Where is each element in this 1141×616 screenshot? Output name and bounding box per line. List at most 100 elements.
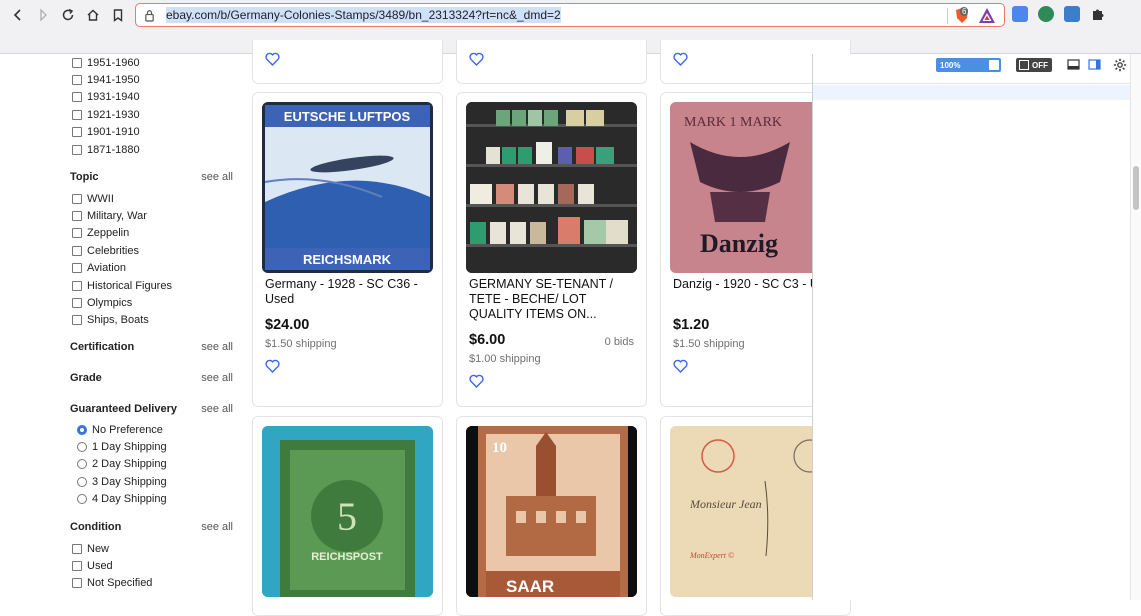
watch-heart-icon[interactable] (265, 52, 280, 66)
filter-label: Military, War (87, 210, 147, 223)
product-image-stamp-lot[interactable] (466, 102, 637, 273)
filter-topic-4[interactable]: Celebrities (70, 242, 172, 259)
watch-heart-icon[interactable] (673, 359, 688, 373)
dock-bottom-icon[interactable] (1067, 59, 1080, 71)
back-arrow-icon (13, 9, 21, 21)
product-card[interactable]: EUTSCHE LUFTPOS REICHSMARK Germany - 192… (252, 92, 443, 407)
topic-title: Topic (70, 171, 99, 183)
settings-gear-icon[interactable] (1113, 58, 1127, 72)
filter-topic-8[interactable]: Ships, Boats (70, 312, 172, 329)
radio[interactable] (77, 459, 87, 470)
filter-topic-6[interactable]: Historical Figures (70, 277, 172, 294)
watch-heart-icon[interactable] (265, 359, 280, 373)
product-title[interactable]: GERMANY SE-TENANT / TETE - BECHE/ LOT QU… (469, 277, 637, 322)
certification-see-all-link[interactable]: see all (201, 341, 233, 353)
dev-extension-icon[interactable] (1064, 6, 1080, 22)
bookmark-button[interactable] (106, 3, 130, 27)
condition-see-all-link[interactable]: see all (201, 521, 233, 533)
delivery-option-3[interactable]: 2 Day Shipping (70, 456, 167, 473)
grade-see-all-link[interactable]: see all (201, 372, 233, 384)
product-card[interactable]: 5 REICHSPOST (252, 416, 443, 616)
product-card[interactable]: GERMANY SE-TENANT / TETE - BECHE/ LOT QU… (456, 92, 647, 407)
checkbox[interactable] (72, 315, 82, 326)
checkbox[interactable] (72, 578, 82, 589)
delivery-option-5[interactable]: 4 Day Shipping (70, 491, 167, 508)
zoom-knob[interactable] (989, 60, 999, 70)
side-panel-selected-row[interactable] (813, 85, 1131, 100)
checkbox[interactable] (72, 109, 82, 120)
brave-rewards-icon[interactable] (978, 7, 996, 24)
filter-year-6[interactable]: 1871-1880 (70, 141, 140, 158)
delivery-option-1[interactable]: No Preference (70, 421, 167, 438)
home-icon (87, 9, 99, 21)
address-bar[interactable]: ebay.com/b/Germany-Colonies-Stamps/3489/… (135, 3, 1005, 27)
filter-year-4[interactable]: 1921-1930 (70, 106, 140, 123)
zoom-level-control[interactable]: 100% (936, 58, 1001, 72)
reload-button[interactable] (56, 3, 80, 27)
filter-topic-1[interactable]: WWII (70, 190, 172, 207)
grade-header[interactable]: Grade see all (70, 372, 233, 384)
filter-topic-2[interactable]: Military, War (70, 207, 172, 224)
filter-topic-7[interactable]: Olympics (70, 294, 172, 311)
checkbox[interactable] (72, 228, 82, 239)
reload-icon (62, 8, 74, 21)
checkbox[interactable] (72, 144, 82, 155)
filter-condition-3[interactable]: Not Specified (70, 575, 152, 592)
filter-year-1[interactable]: 1951-1960 (70, 54, 140, 71)
radio-label: No Preference (92, 423, 163, 436)
dock-right-icon[interactable] (1088, 59, 1101, 71)
url-text[interactable]: ebay.com/b/Germany-Colonies-Stamps/3489/… (166, 7, 561, 23)
product-card-partial[interactable] (456, 40, 647, 84)
filter-condition-2[interactable]: Used (70, 557, 152, 574)
watch-heart-icon[interactable] (469, 52, 484, 66)
filter-topic-5[interactable]: Aviation (70, 260, 172, 277)
filter-condition-1[interactable]: New (70, 540, 152, 557)
checkbox[interactable] (72, 280, 82, 291)
translate-extension-icon[interactable] (1012, 6, 1028, 22)
checkbox[interactable] (72, 92, 82, 103)
power-toggle[interactable]: OFF (1016, 58, 1052, 72)
radio[interactable] (77, 476, 87, 487)
radio[interactable] (77, 442, 87, 453)
watch-heart-icon[interactable] (673, 52, 688, 66)
certification-header[interactable]: Certification see all (70, 341, 233, 353)
product-card[interactable]: 10 SAAR (456, 416, 647, 616)
scrollbar-thumb[interactable] (1133, 166, 1139, 210)
lock-icon (144, 9, 160, 22)
back-button[interactable] (6, 3, 30, 27)
checkbox[interactable] (72, 193, 82, 204)
filter-topic-3[interactable]: Zeppelin (70, 225, 172, 242)
filter-year-2[interactable]: 1941-1950 (70, 71, 140, 88)
product-image-saar-stamp[interactable]: 10 SAAR (466, 426, 637, 597)
delivery-option-2[interactable]: 1 Day Shipping (70, 438, 167, 455)
checkbox[interactable] (72, 211, 82, 222)
product-image-zeppelin-stamp[interactable]: EUTSCHE LUFTPOS REICHSMARK (262, 102, 433, 273)
watch-heart-icon[interactable] (469, 374, 484, 388)
checkbox[interactable] (72, 245, 82, 256)
delivery-option-4[interactable]: 3 Day Shipping (70, 473, 167, 490)
condition-filter-list: New Used Not Specified (70, 540, 152, 592)
filter-year-3[interactable]: 1931-1940 (70, 89, 140, 106)
shield-extension-icon[interactable] (1038, 6, 1054, 22)
topic-see-all-link[interactable]: see all (201, 171, 233, 183)
filter-year-5[interactable]: 1901-1910 (70, 124, 140, 141)
checkbox[interactable] (72, 561, 82, 572)
checkbox[interactable] (72, 543, 82, 554)
forward-button[interactable] (31, 3, 55, 27)
page-scrollbar[interactable] (1130, 54, 1141, 600)
checkbox[interactable] (72, 298, 82, 309)
checkbox[interactable] (72, 263, 82, 274)
radio-selected[interactable] (77, 424, 87, 435)
puzzle-icon[interactable] (1090, 6, 1106, 22)
product-title[interactable]: Germany - 1928 - SC C36 - Used (265, 277, 433, 307)
home-button[interactable] (81, 3, 105, 27)
brave-shields-icon[interactable]: 6 (954, 7, 970, 24)
product-image-reichspost-stamp[interactable]: 5 REICHSPOST (262, 426, 433, 597)
checkbox[interactable] (72, 57, 82, 68)
checkbox[interactable] (72, 127, 82, 138)
radio[interactable] (77, 494, 87, 505)
delivery-see-all-link[interactable]: see all (201, 403, 233, 415)
checkbox[interactable] (72, 75, 82, 86)
filter-label: Celebrities (87, 244, 139, 257)
product-card-partial[interactable] (252, 40, 443, 84)
